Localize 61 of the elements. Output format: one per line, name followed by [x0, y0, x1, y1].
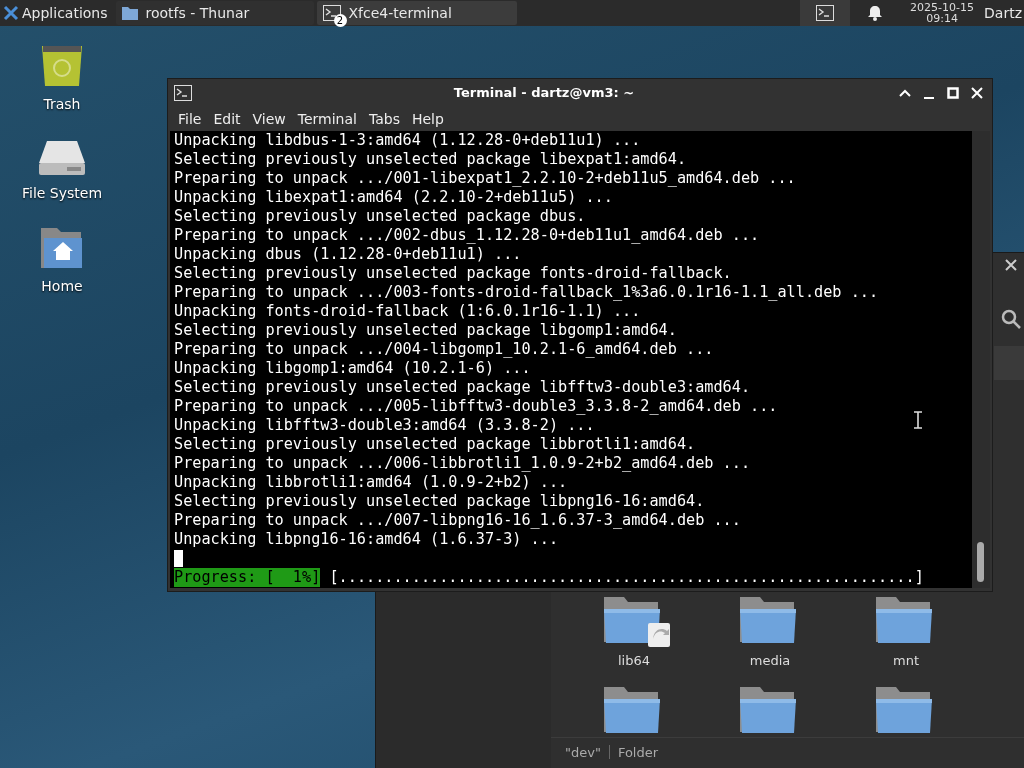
terminal-line: Unpacking libbrotli1:amd64 (1.0.9-2+b2) ...: [174, 473, 568, 492]
text-cursor: [174, 550, 183, 567]
close-icon: [971, 86, 983, 99]
terminal-line: Unpacking fonts-droid-fallback (1:6.0.1r16-1.1) ...: [174, 302, 641, 321]
window-count-badge: 2: [333, 14, 347, 27]
terminal-line: Selecting previously unselected package dbus.: [174, 207, 586, 226]
terminal-line: Unpacking libpng16-16:amd64 (1.6.37-3) ...: [174, 530, 559, 549]
user-name[interactable]: Dartz: [984, 5, 1024, 21]
xfce-logo-icon: [3, 5, 19, 21]
terminal-line: Unpacking libgomp1:amd64 (10.2.1-6) ...: [174, 359, 531, 378]
terminal-line: Selecting previously unselected package libfftw3-double3:amd64.: [174, 378, 751, 397]
maximize-icon: [947, 86, 959, 99]
terminal-line: Unpacking libfftw3-double3:amd64 (3.3.8-2) ...: [174, 416, 595, 435]
folder-label[interactable]: lib64: [618, 653, 650, 668]
terminal-icon: [174, 84, 192, 101]
terminal-line: Selecting previously unselected package libexpat1:amd64.: [174, 150, 687, 169]
close-icon[interactable]: [1005, 259, 1017, 271]
terminal-line: Preparing to unpack .../004-libgomp1_10.2.1-6_amd64.deb ...: [174, 340, 714, 359]
terminal-line: Selecting previously unselected package libbrotli1:amd64.: [174, 435, 696, 454]
terminal-line: Selecting previously unselected package fonts-droid-fallback.: [174, 264, 732, 283]
terminal-line: Preparing to unpack .../005-libfftw3-double3_3.3.8-2_amd64.deb ...: [174, 397, 778, 416]
terminal-line: Preparing to unpack .../006-libbrotli1_1.0.9-2+b2_amd64.deb ...: [174, 454, 751, 473]
clock[interactable]: 2025-10-15 09:14: [900, 2, 985, 24]
desktop-icon-label[interactable]: File System: [21, 185, 103, 201]
terminal-line: Preparing to unpack .../007-libpng16-16_1.6.37-3_amd64.deb ...: [174, 511, 741, 530]
terminal-line: Preparing to unpack .../002-dbus_1.12.28-0+deb11u1_amd64.deb ...: [174, 226, 760, 245]
folder-label[interactable]: mnt: [893, 653, 919, 668]
window-title: Terminal - dartz@vm3: ~: [452, 85, 636, 100]
menu-item[interactable]: Tabs: [362, 110, 406, 127]
progress-label: Progress: [ 1%]: [174, 568, 321, 587]
scrollbar-thumb[interactable]: [977, 542, 984, 582]
menu-item[interactable]: Help: [405, 110, 450, 127]
search-icon[interactable]: [1001, 309, 1021, 329]
terminal-line: Selecting previously unselected package libpng16-16:amd64.: [174, 492, 705, 511]
menu-item[interactable]: Terminal: [291, 110, 363, 127]
folder-label[interactable]: media: [749, 653, 791, 668]
terminal-line: Preparing to unpack .../003-fonts-droid-fallback_1%3a6.0.1r16-1.1_all.deb ...: [174, 283, 879, 302]
applications-menu-button[interactable]: Applications: [0, 0, 116, 26]
terminal-line: Selecting previously unselected package libgomp1:amd64.: [174, 321, 677, 340]
status-text: Folder: [617, 744, 659, 760]
task-button[interactable]: 2 Xfce4-terminal: [316, 1, 517, 25]
terminal-line: Preparing to unpack .../001-libexpat1_2.2.10-2+deb11u5_amd64.deb ...: [174, 169, 796, 188]
i-beam-pointer-icon: [914, 411, 922, 429]
progress-bar-text: [...............................................................]: [328, 568, 924, 587]
bell-icon: [868, 5, 883, 21]
minimize-icon: [924, 96, 934, 99]
menu-item[interactable]: File: [172, 110, 208, 127]
terminal-line: Unpacking libexpat1:amd64 (2.2.10-2+deb11u5) ...: [174, 188, 613, 207]
terminal-line: Unpacking dbus (1.12.28-0+deb11u1) ...: [174, 245, 522, 264]
terminal-line: Unpacking libdbus-1-3:amd64 (1.12.28-0+deb11u1) ...: [174, 131, 641, 150]
folder-icon: [121, 6, 138, 20]
desktop-icon-label[interactable]: Home: [41, 278, 83, 294]
terminal-launcher[interactable]: [800, 0, 851, 26]
location-field[interactable]: [994, 346, 1024, 380]
menu-item[interactable]: View: [246, 110, 292, 127]
status-text: "dev": [565, 744, 601, 760]
caret-up-icon: [899, 88, 911, 97]
desktop-icon-label[interactable]: Trash: [43, 96, 81, 112]
terminal-icon: [816, 5, 835, 21]
task-button[interactable]: rootfs - Thunar: [115, 1, 314, 25]
menu-item[interactable]: Edit: [207, 110, 247, 127]
